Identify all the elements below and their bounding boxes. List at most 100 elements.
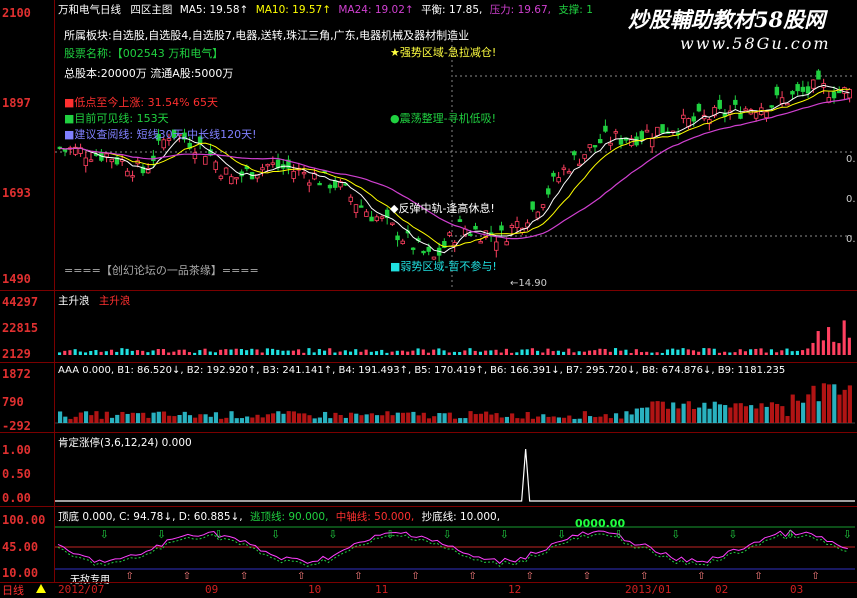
aaa-bar: [400, 412, 406, 423]
volume-chart[interactable]: [55, 291, 857, 363]
volume-panel[interactable]: 44297 22815 2129 主升浪 主升浪: [0, 290, 857, 363]
aaa-bar: [78, 412, 83, 423]
chart-name: 四区主图: [130, 4, 173, 16]
period-label[interactable]: 日线: [2, 582, 24, 598]
volume-bar: [213, 352, 217, 355]
volume-bar: [73, 349, 77, 355]
aaa-bar: [156, 411, 161, 423]
candle-body: [62, 149, 68, 152]
aaa-bar: [203, 414, 208, 423]
aaa-bar: [58, 411, 63, 423]
aaa-bar: [271, 413, 276, 423]
volume-bar: [775, 352, 779, 355]
watermark-title: 炒股輔助教材58股网: [628, 7, 826, 32]
candle-body: [618, 138, 624, 145]
candle-body: [353, 204, 359, 213]
volume-axis: 44297 22815 2129: [0, 291, 55, 363]
volume-bar: [229, 349, 233, 355]
volume-tick-top: 44297: [2, 295, 39, 309]
volume-bar: [89, 351, 93, 355]
aaa-bar: [827, 384, 832, 423]
volume-title: 主升浪: [58, 295, 90, 307]
aaa-bar: [452, 418, 458, 423]
topbottom-panel[interactable]: 100.00 45.00 10.00 ⇩ ⇧ ⇩ ⇧ ⇩ ⇧ ⇩ ⇧ ⇩ ⇧ ⇩ ⇧ ⇩ ⇧ ⇩ ⇧ ⇩ ⇧ ⇩ ⇧ ⇩…: [0, 506, 857, 586]
price-tick-bottom: 1490: [2, 272, 31, 286]
volume-bar: [255, 349, 259, 355]
candle-body: [364, 211, 369, 217]
aaa-bar: [89, 415, 94, 423]
aaa-bar: [442, 413, 447, 423]
volume-bar: [504, 348, 508, 355]
aaa-bar: [842, 389, 847, 423]
aaa-bar: [115, 414, 120, 423]
volume-bar: [239, 349, 243, 355]
aaa-bar: [348, 412, 354, 423]
volume-bar: [530, 348, 534, 355]
aaa-bar: [468, 411, 473, 423]
candle-body: [203, 156, 208, 165]
volume-bar: [83, 352, 88, 355]
aaa-bar: [780, 406, 785, 423]
down-arrow-icon: ⇩: [671, 528, 680, 541]
aaa-bar: [302, 413, 307, 423]
aaa-bar: [613, 413, 619, 423]
aaa-bar: [411, 411, 416, 423]
price-panel[interactable]: 2100 1897 1693 1490 万和电气日线 四区主图 MA5: 19.…: [0, 0, 857, 290]
volume-bar: [743, 351, 747, 355]
candle-body: [447, 232, 452, 236]
low-point-info: ■低点至今上涨: 31.54% 65天: [64, 96, 219, 109]
aaa-bar: [229, 411, 234, 423]
volume-bar: [177, 349, 181, 355]
aaa-bar: [717, 404, 723, 423]
down-arrow-icon: ⇩: [500, 528, 509, 541]
candle-body: [192, 152, 198, 160]
up-arrow-icon: ⇧: [411, 571, 419, 582]
volume-bar: [536, 350, 540, 355]
mid-line-label: 中轴线: 50.000,: [335, 511, 415, 523]
aaa-bar: [816, 401, 821, 423]
aaa-bar: [172, 416, 177, 423]
volume-bar: [650, 352, 654, 355]
candle-body: [733, 99, 738, 105]
aaa-bar: [821, 383, 826, 423]
aaa-bar: [764, 406, 769, 423]
volume-bar: [712, 348, 716, 355]
down-arrow-icon: ⇩: [443, 528, 452, 541]
candle-body: [410, 247, 416, 250]
volume-bar: [452, 351, 457, 355]
volume-bar: [458, 352, 462, 355]
period-triangle-icon[interactable]: [36, 584, 46, 593]
aaa-bar: [634, 408, 639, 423]
zone-shock: ●震荡整理-寻机低吸!: [390, 112, 496, 125]
volume-bar: [468, 348, 472, 355]
volume-bar: [639, 352, 644, 355]
aaa-bar: [380, 415, 385, 423]
aaa-bar: [395, 412, 400, 423]
stock-name: 股票名称:【002543 万和电气】: [64, 47, 224, 60]
ma10-value: MA10: 19.57↑: [255, 4, 332, 16]
volume-bar: [759, 348, 763, 355]
volume-bar: [551, 351, 555, 355]
up-arrow-icon: ⇧: [354, 571, 362, 582]
candle-body: [805, 86, 811, 94]
aaa-bar: [494, 413, 499, 423]
volume-bar: [297, 349, 301, 355]
aaa-panel[interactable]: 1872 790 -292 AAA 0.000, B1: 86.520↓, B2…: [0, 362, 857, 433]
chart-header: 万和电气日线 四区主图 MA5: 19.58↑ MA10: 19.57↑ MA2…: [58, 2, 593, 17]
candle-body: [556, 177, 561, 183]
candle-body: [811, 79, 816, 89]
aaa-bar: [94, 411, 99, 423]
candle-body: [608, 142, 613, 146]
limit-panel[interactable]: 1.00 0.50 0.00 肯定涨停(3,6,12,24) 0.000: [0, 432, 857, 507]
aaa-bar: [489, 414, 494, 423]
aaa-bar: [832, 384, 837, 423]
candle-body: [229, 176, 234, 185]
volume-bar: [780, 350, 784, 355]
candle-body: [572, 151, 577, 156]
candle-body: [478, 241, 483, 244]
candle-body: [795, 84, 800, 92]
volume-bar: [130, 350, 134, 355]
candle-body: [681, 114, 686, 119]
aaa-bar: [167, 415, 172, 423]
candle-body: [831, 91, 837, 99]
